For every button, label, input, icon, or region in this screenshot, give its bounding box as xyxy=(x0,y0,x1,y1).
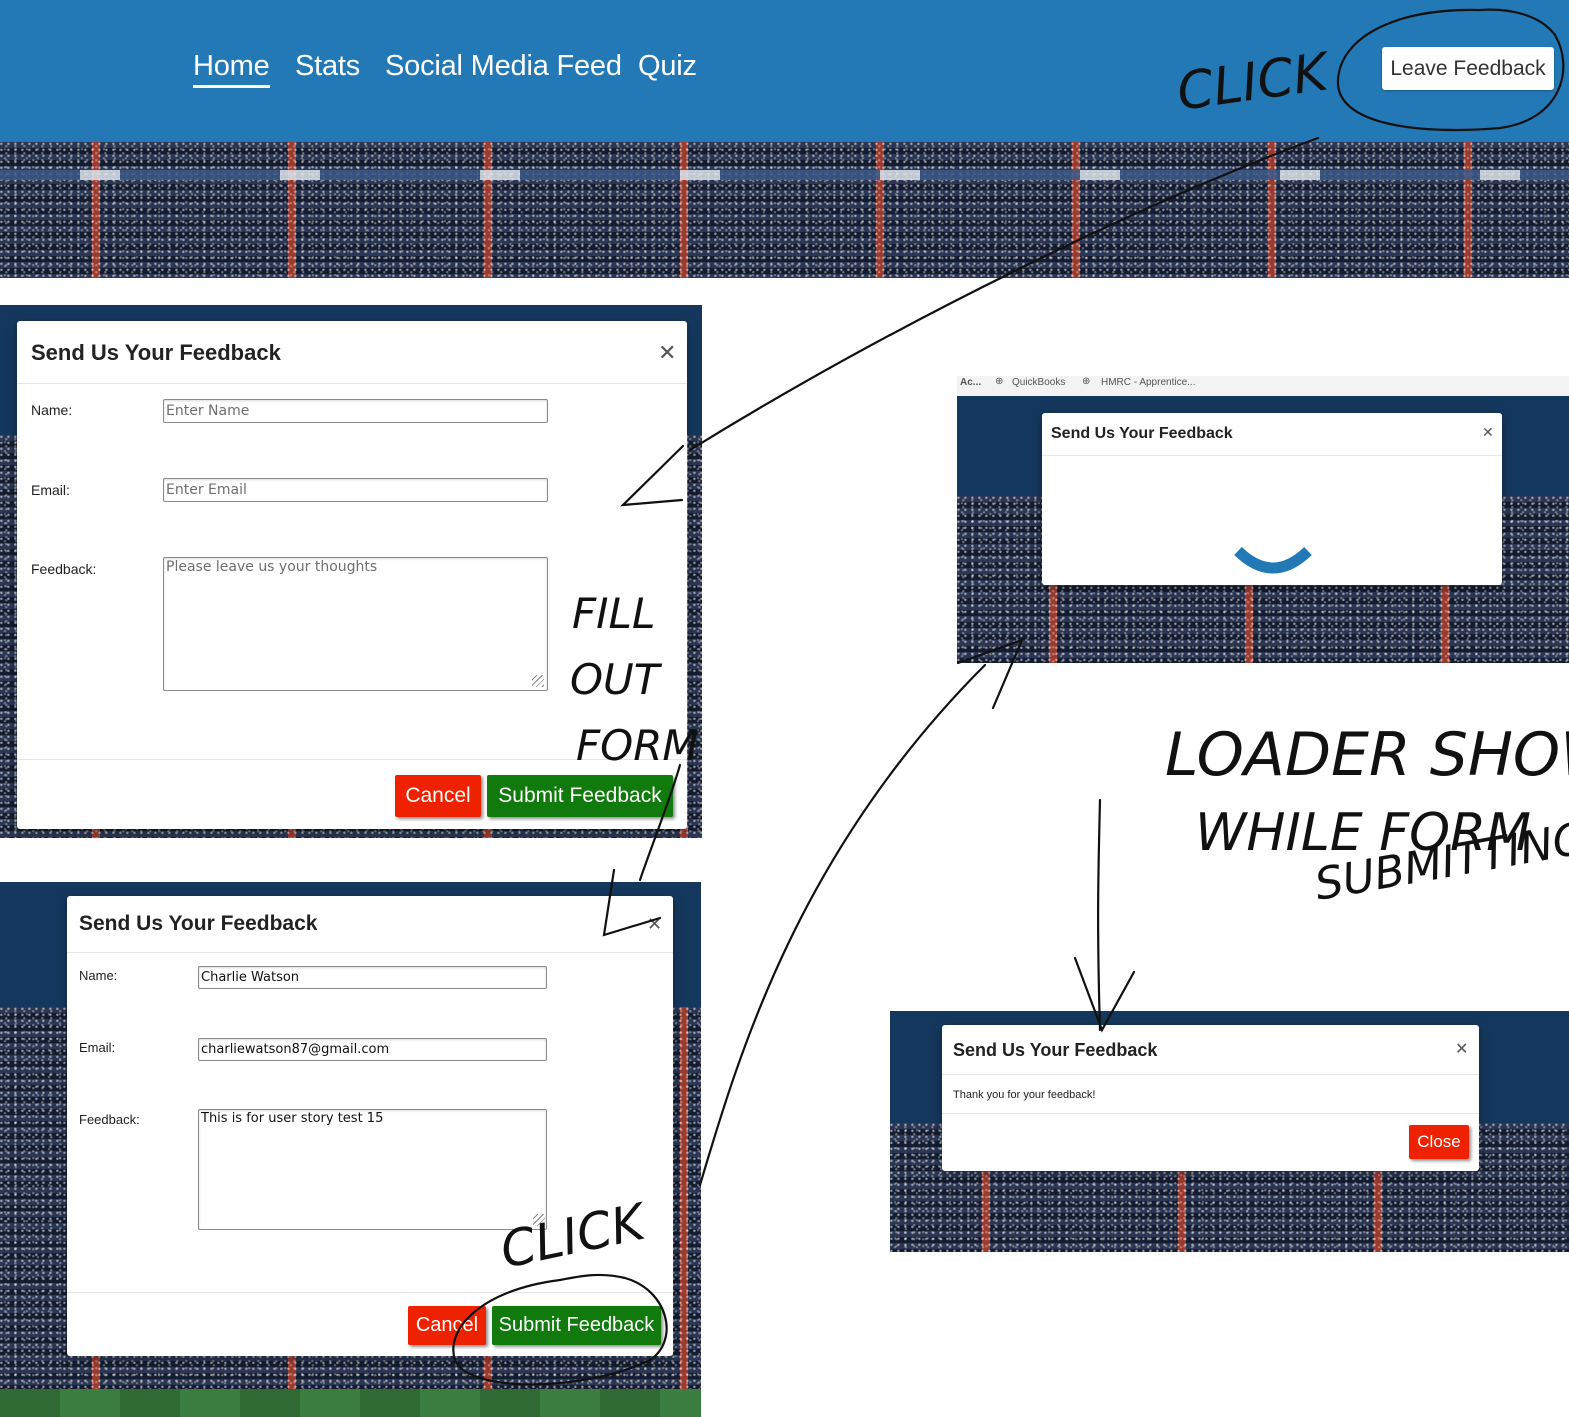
modal-header: Send Us Your Feedback ✕ xyxy=(1042,413,1502,456)
email-label: Email: xyxy=(79,1040,116,1055)
annotation-while-form: WHILE FORM xyxy=(1195,803,1531,863)
name-input[interactable] xyxy=(163,399,548,423)
cancel-button[interactable]: Cancel xyxy=(395,775,481,817)
leave-feedback-button[interactable]: Leave Feedback xyxy=(1382,47,1554,90)
feedback-modal-success: Send Us Your Feedback ✕ Thank you for yo… xyxy=(942,1025,1479,1171)
nav-stats-link[interactable]: Stats xyxy=(295,50,360,83)
nav-social-media-feed-link[interactable]: Social Media Feed xyxy=(385,50,622,83)
nav-quiz-link[interactable]: Quiz xyxy=(638,50,697,83)
name-label: Name: xyxy=(31,402,73,418)
bookmark-item[interactable]: Ac... xyxy=(960,377,981,388)
close-icon[interactable]: ✕ xyxy=(1455,1041,1468,1057)
stadium-hero-image xyxy=(0,142,1569,278)
modal-header: Send Us Your Feedback ✕ xyxy=(17,321,687,384)
modal-footer-divider xyxy=(67,1292,673,1293)
submit-feedback-button[interactable]: Submit Feedback xyxy=(492,1306,661,1345)
loading-spinner-icon xyxy=(1234,546,1312,574)
success-message: Thank you for your feedback! xyxy=(953,1089,1096,1101)
resize-grip-icon[interactable] xyxy=(533,1214,545,1226)
arrow-line-4 xyxy=(1097,798,1102,1032)
loading-screenshot: Send Us Your Feedback ✕ xyxy=(957,396,1569,663)
close-button[interactable]: Close xyxy=(1409,1125,1469,1159)
email-input[interactable] xyxy=(198,1038,547,1061)
empty-form-screenshot: Send Us Your Feedback ✕ Name: Email: Fee… xyxy=(0,305,702,838)
annotation-loader-shows: LOADER SHOWS xyxy=(1165,720,1569,790)
filled-form-screenshot: Send Us Your Feedback ✕ Name: Email: Fee… xyxy=(0,882,701,1417)
name-label: Name: xyxy=(79,968,118,983)
email-label: Email: xyxy=(31,482,70,498)
modal-footer-divider xyxy=(17,759,687,760)
cancel-button[interactable]: Cancel xyxy=(408,1306,486,1345)
feedback-modal-filled: Send Us Your Feedback ✕ Name: Email: Fee… xyxy=(67,896,673,1356)
close-icon[interactable]: ✕ xyxy=(658,343,676,365)
feedback-textarea[interactable] xyxy=(163,557,548,691)
modal-header: Send Us Your Feedback ✕ xyxy=(942,1025,1479,1075)
top-navbar: Home Stats Social Media Feed Quiz Leave … xyxy=(0,0,1569,142)
feedback-label: Feedback: xyxy=(31,561,97,577)
feedback-label: Feedback: xyxy=(79,1112,140,1127)
success-screenshot: Send Us Your Feedback ✕ Thank you for yo… xyxy=(890,1011,1569,1252)
feedback-modal-loading: Send Us Your Feedback ✕ xyxy=(1042,413,1502,585)
modal-title: Send Us Your Feedback xyxy=(79,912,318,935)
browser-bookmarks-bar: Ac... ⊕ QuickBooks ⊕ HMRC - Apprentice..… xyxy=(957,376,1569,396)
submit-feedback-button[interactable]: Submit Feedback xyxy=(487,775,673,817)
nav-home-link[interactable]: Home xyxy=(193,50,270,88)
resize-grip-icon[interactable] xyxy=(532,675,544,687)
close-icon[interactable]: ✕ xyxy=(647,916,662,934)
globe-icon: ⊕ xyxy=(995,376,1004,387)
globe-icon: ⊕ xyxy=(1082,376,1091,387)
modal-title: Send Us Your Feedback xyxy=(953,1040,1158,1060)
bookmark-item[interactable]: QuickBooks xyxy=(1012,377,1065,388)
modal-header: Send Us Your Feedback ✕ xyxy=(67,896,673,953)
email-input[interactable] xyxy=(163,478,548,502)
modal-title: Send Us Your Feedback xyxy=(1051,425,1233,442)
feedback-modal: Send Us Your Feedback ✕ Name: Email: Fee… xyxy=(17,321,687,829)
annotation-submitting: SUBMITTING xyxy=(1311,813,1569,911)
close-icon[interactable]: ✕ xyxy=(1482,426,1494,440)
modal-title: Send Us Your Feedback xyxy=(31,340,281,365)
feedback-textarea[interactable]: This is for user story test 15 xyxy=(198,1109,547,1230)
modal-footer-divider xyxy=(942,1113,1479,1114)
bookmark-item[interactable]: HMRC - Apprentice... xyxy=(1101,377,1195,388)
name-input[interactable] xyxy=(198,966,547,989)
